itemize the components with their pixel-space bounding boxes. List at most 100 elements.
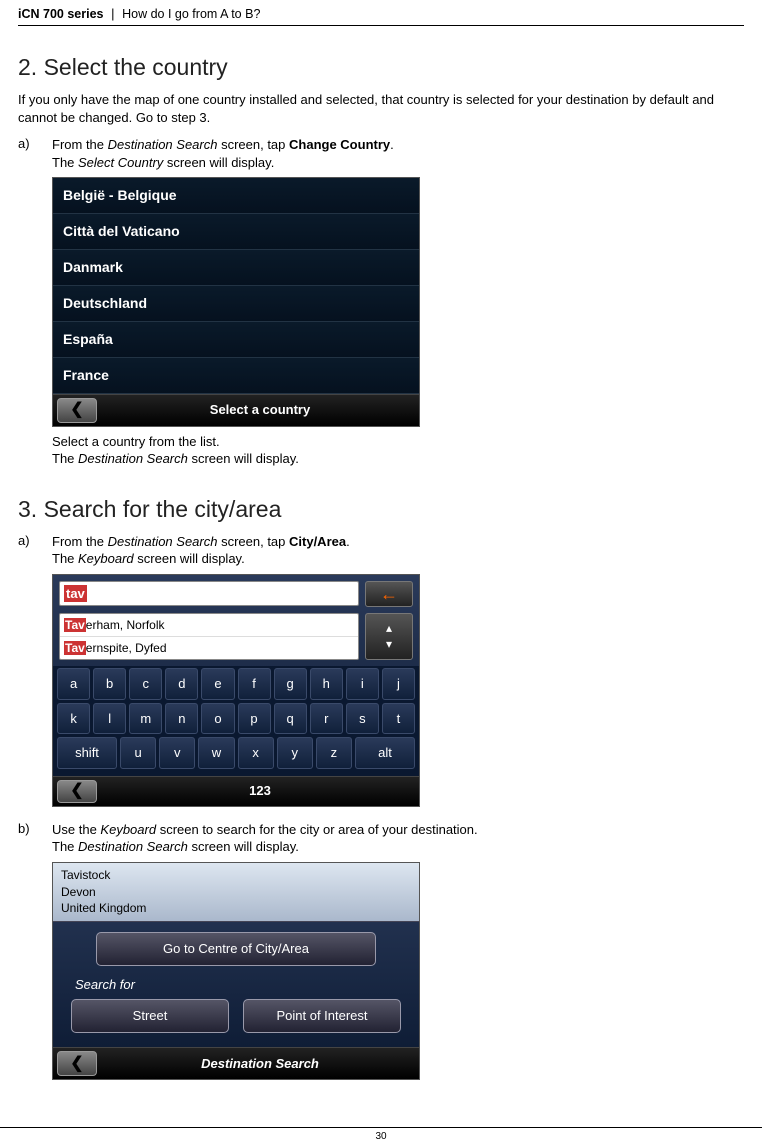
suggestion-row: Taverham, Norfolk Tavernspite, Dyfed ▴▾ [53, 611, 419, 666]
search-for-label: Search for [75, 976, 401, 994]
key[interactable]: w [198, 737, 234, 769]
key[interactable]: s [346, 703, 379, 735]
key-row: a b c d e f g h i j [57, 668, 415, 700]
text: Destination Search [78, 451, 188, 466]
street-button[interactable]: Street [71, 999, 229, 1033]
country-list: België - Belgique Città del Vaticano Dan… [53, 178, 419, 393]
text: The [52, 551, 78, 566]
text: . [346, 534, 350, 549]
section-2-intro: If you only have the map of one country … [18, 91, 744, 126]
suggestion-item[interactable]: Taverham, Norfolk [60, 614, 358, 637]
page-number: 30 [375, 1131, 386, 1142]
section-3-step-a: a) From the Destination Search screen, t… [18, 533, 744, 813]
key[interactable]: i [346, 668, 379, 700]
text: Use the [52, 822, 100, 837]
text: screen will display. [163, 155, 274, 170]
text: screen will display. [134, 551, 245, 566]
country-item[interactable]: France [53, 358, 419, 394]
back-button[interactable]: ❮ [57, 780, 97, 803]
chevron-left-icon: ❮ [70, 780, 83, 802]
key[interactable]: p [238, 703, 271, 735]
key[interactable]: m [129, 703, 162, 735]
back-button[interactable]: ❮ [57, 398, 97, 423]
text: . [390, 137, 394, 152]
country-item[interactable]: België - Belgique [53, 178, 419, 214]
bottom-bar: ❮ Destination Search [53, 1047, 419, 1079]
key[interactable]: h [310, 668, 343, 700]
numeric-toggle[interactable]: 123 [101, 777, 419, 806]
text: Keyboard [78, 551, 134, 566]
step-letter: a) [18, 136, 52, 468]
highlight: Tav [64, 641, 86, 655]
text: From the [52, 137, 108, 152]
key[interactable]: d [165, 668, 198, 700]
key[interactable]: g [274, 668, 307, 700]
section-2-step-a: a) From the Destination Search screen, t… [18, 136, 744, 468]
step-body: From the Destination Search screen, tap … [52, 136, 744, 468]
arrow-left-icon: ← [380, 584, 398, 604]
key[interactable]: z [316, 737, 352, 769]
text: Change Country [289, 137, 390, 152]
section-2-title: 2. Select the country [18, 54, 744, 81]
shift-key[interactable]: shift [57, 737, 117, 769]
country-item[interactable]: Danmark [53, 250, 419, 286]
suggestion-list[interactable]: Taverham, Norfolk Tavernspite, Dyfed [59, 613, 359, 660]
text: Destination Search [108, 534, 218, 549]
chevron-down-icon: ▾ [386, 636, 392, 652]
dest-line: United Kingdom [61, 900, 411, 917]
key[interactable]: f [238, 668, 271, 700]
text: Select Country [78, 155, 163, 170]
text: screen will display. [188, 451, 299, 466]
alt-key[interactable]: alt [355, 737, 415, 769]
key[interactable]: b [93, 668, 126, 700]
country-item[interactable]: Deutschland [53, 286, 419, 322]
key[interactable]: j [382, 668, 415, 700]
poi-button[interactable]: Point of Interest [243, 999, 401, 1033]
key[interactable]: r [310, 703, 343, 735]
section-3-title: 3. Search for the city/area [18, 496, 744, 523]
text: ernspite, Dyfed [86, 641, 167, 655]
suggestion-item[interactable]: Tavernspite, Dyfed [60, 637, 358, 659]
keyboard-input-row: tav ← [53, 575, 419, 611]
destination-search-screenshot: Tavistock Devon United Kingdom Go to Cen… [52, 862, 420, 1080]
key[interactable]: q [274, 703, 307, 735]
country-item[interactable]: Città del Vaticano [53, 214, 419, 250]
text: Destination Search [78, 839, 188, 854]
back-button[interactable]: ❮ [57, 1051, 97, 1076]
key-row: k l m n o p q r s t [57, 703, 415, 735]
key[interactable]: o [201, 703, 234, 735]
keyboard-input[interactable]: tav [59, 581, 359, 607]
key[interactable]: n [165, 703, 198, 735]
text: The [52, 155, 78, 170]
destination-top: Tavistock Devon United Kingdom [53, 863, 419, 922]
scroll-button[interactable]: ▴▾ [365, 613, 413, 660]
text: erham, Norfolk [86, 618, 165, 632]
key[interactable]: a [57, 668, 90, 700]
text: screen will display. [188, 839, 299, 854]
dest-line: Tavistock [61, 867, 411, 884]
keyboard-bottom-bar: ❮ 123 [53, 776, 419, 806]
key[interactable]: x [238, 737, 274, 769]
key[interactable]: l [93, 703, 126, 735]
key[interactable]: u [120, 737, 156, 769]
section-3-step-b: b) Use the Keyboard screen to search for… [18, 821, 744, 1086]
key[interactable]: y [277, 737, 313, 769]
key[interactable]: t [382, 703, 415, 735]
key[interactable]: k [57, 703, 90, 735]
bottom-label: Destination Search [101, 1048, 419, 1079]
backspace-button[interactable]: ← [365, 581, 413, 607]
key[interactable]: c [129, 668, 162, 700]
text: Keyboard [100, 822, 156, 837]
text: City/Area [289, 534, 346, 549]
key[interactable]: v [159, 737, 195, 769]
chevron-left-icon: ❮ [70, 1053, 83, 1075]
key[interactable]: e [201, 668, 234, 700]
text: From the [52, 534, 108, 549]
bottom-bar: ❮ Select a country [53, 394, 419, 426]
typed-text: tav [64, 585, 87, 602]
goto-centre-button[interactable]: Go to Centre of City/Area [96, 932, 377, 966]
country-item[interactable]: España [53, 322, 419, 358]
chevron-left-icon: ❮ [70, 399, 83, 421]
step-body: Use the Keyboard screen to search for th… [52, 821, 744, 1086]
text: Select a country from the list. [52, 434, 220, 449]
